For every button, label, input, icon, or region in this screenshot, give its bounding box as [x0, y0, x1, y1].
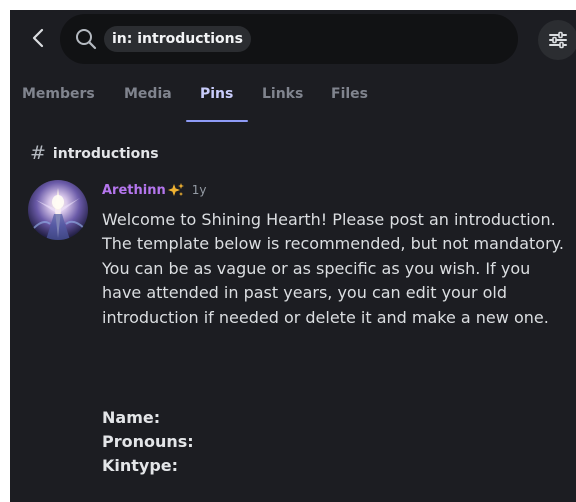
message-text: Welcome to Shining Hearth! Please post a… [102, 210, 564, 327]
avatar[interactable] [28, 180, 88, 240]
active-tab-indicator [186, 120, 248, 122]
search-header: in: introductions [10, 10, 576, 68]
channel-header[interactable]: # introductions [30, 144, 159, 163]
tab-files[interactable]: Files [331, 86, 368, 102]
tab-links[interactable]: Links [262, 86, 303, 102]
search-panel: in: introductions Members Media Pins Lin… [10, 10, 576, 502]
message-timestamp: 1y [191, 183, 207, 197]
hash-icon: # [30, 142, 46, 164]
chevron-left-icon [32, 28, 44, 48]
sparkle-icon [167, 183, 184, 196]
back-button[interactable] [26, 24, 50, 52]
template-fields: Name: Pronouns: Kintype: [102, 406, 194, 478]
search-query-chip[interactable]: in: introductions [104, 26, 251, 52]
tab-pins[interactable]: Pins [200, 86, 233, 102]
template-field-name: Name: [102, 408, 161, 427]
sliders-icon [549, 31, 567, 49]
avatar-image [28, 180, 88, 240]
author-name[interactable]: Arethinn [102, 183, 166, 198]
channel-name: introductions [52, 145, 159, 162]
tab-media[interactable]: Media [124, 86, 172, 102]
message-content: Welcome to Shining Hearth! Please post a… [102, 208, 572, 330]
template-field-kintype: Kintype: [102, 456, 179, 475]
tab-members[interactable]: Members [22, 86, 95, 102]
search-icon [76, 29, 97, 50]
filter-button[interactable] [538, 20, 576, 60]
search-bar[interactable]: in: introductions [60, 14, 518, 64]
search-tabs: Members Media Pins Links Files [10, 82, 576, 124]
template-field-pronouns: Pronouns: [102, 432, 194, 451]
message-header: Arethinn 1y [102, 182, 206, 198]
